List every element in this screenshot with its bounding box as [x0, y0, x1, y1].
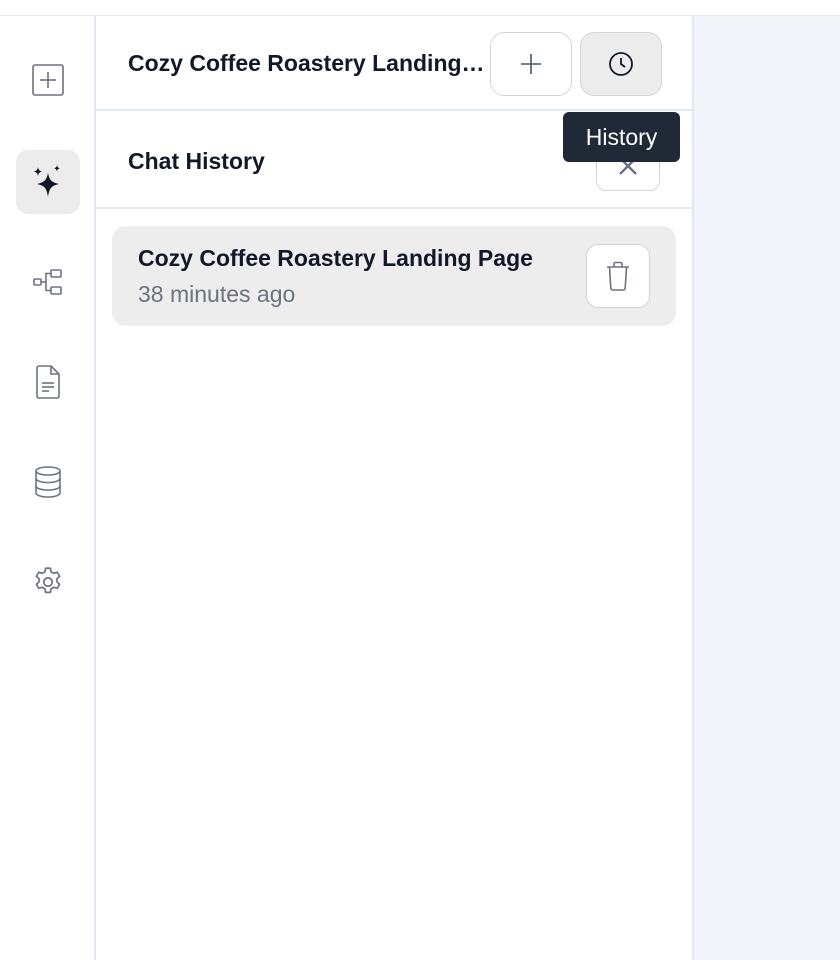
delete-chat-button[interactable]	[586, 244, 650, 308]
chat-header: Cozy Coffee Roastery Landing Page	[96, 16, 692, 111]
database-icon	[35, 466, 61, 498]
history-item-timestamp: 38 minutes ago	[138, 281, 296, 307]
new-chat-button[interactable]	[490, 32, 572, 96]
chat-history-title: Chat History	[128, 148, 265, 174]
ai-assistant-button[interactable]	[16, 150, 80, 214]
plus-icon	[521, 54, 541, 74]
document-icon	[36, 365, 60, 399]
new-project-button[interactable]	[16, 48, 80, 112]
history-item-title: Cozy Coffee Roastery Landing Page	[138, 245, 533, 271]
settings-button[interactable]	[16, 550, 80, 614]
plus-square-icon	[32, 64, 64, 96]
history-tooltip: History	[563, 112, 680, 162]
top-bar	[0, 0, 840, 16]
icon-sidebar	[0, 16, 96, 960]
database-button[interactable]	[16, 450, 80, 514]
preview-area	[694, 16, 840, 960]
hierarchy-icon	[33, 269, 62, 295]
chat-title: Cozy Coffee Roastery Landing Page	[128, 50, 488, 76]
history-list-item[interactable]: Cozy Coffee Roastery Landing Page 38 min…	[112, 226, 676, 326]
trash-icon	[607, 261, 629, 291]
workflow-button[interactable]	[16, 250, 80, 314]
documents-button[interactable]	[16, 350, 80, 414]
history-button[interactable]	[580, 32, 662, 96]
clock-icon	[609, 52, 633, 76]
gear-icon	[35, 567, 61, 594]
sparkles-icon	[34, 165, 60, 197]
